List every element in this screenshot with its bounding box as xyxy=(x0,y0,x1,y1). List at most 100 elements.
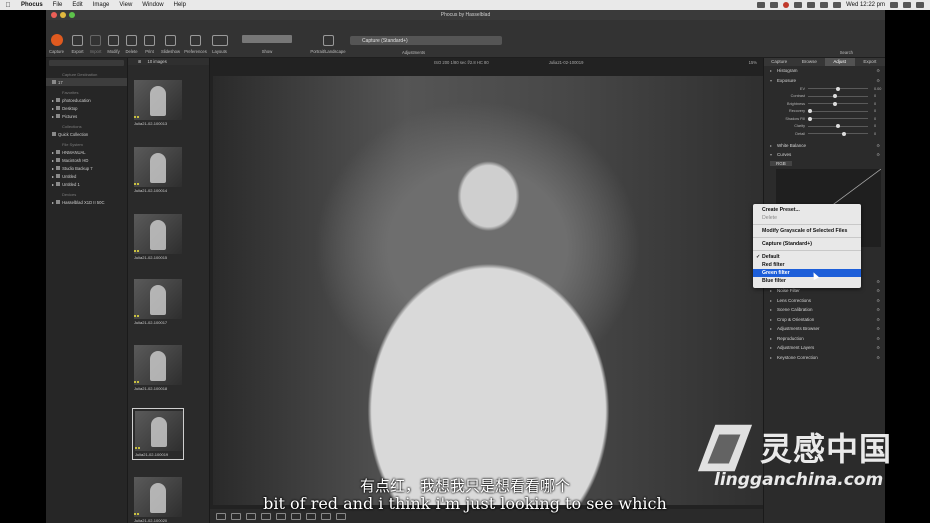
slider-track[interactable] xyxy=(808,94,868,99)
slider-track[interactable] xyxy=(808,86,868,91)
menu-option-green-filter[interactable]: Green filter xyxy=(753,269,861,277)
slider-track[interactable] xyxy=(808,116,868,121)
show-segmented-control[interactable] xyxy=(242,35,292,43)
library-selected-folder[interactable]: 17 xyxy=(46,78,127,86)
slider-value[interactable]: 0 xyxy=(874,124,876,128)
section-menu-icon[interactable]: ⚙ xyxy=(876,143,880,148)
user-icon[interactable] xyxy=(903,2,911,8)
menu-image[interactable]: Image xyxy=(88,2,115,8)
library-favorite[interactable]: ▸ photoeducation xyxy=(46,96,127,104)
section-menu-icon[interactable]: ⚙ xyxy=(876,326,880,331)
menu-app[interactable]: Phocus xyxy=(16,2,48,8)
slider-value[interactable]: 0 xyxy=(874,109,876,113)
export-button[interactable]: Export xyxy=(71,35,84,54)
pan-tool-icon[interactable] xyxy=(261,512,271,520)
section-menu-icon[interactable]: ⚙ xyxy=(876,78,880,83)
camera-icon[interactable] xyxy=(757,2,766,8)
menubar-clock[interactable]: Wed 12:22 pm xyxy=(846,2,885,8)
slider-row[interactable]: Shadow Fill 0 xyxy=(764,115,885,123)
import-button[interactable]: Import xyxy=(89,35,102,54)
tool-section[interactable]: ▸ Adjustment Layers ⚙ xyxy=(764,343,885,353)
section-menu-icon[interactable]: ⚙ xyxy=(876,355,880,360)
slider-track[interactable] xyxy=(808,124,868,129)
slider-value[interactable]: 0 xyxy=(874,132,876,136)
slider-track[interactable] xyxy=(808,101,868,106)
library-search-input[interactable] xyxy=(49,60,124,66)
thumbnail[interactable]: Julia21-02-100013 xyxy=(132,78,184,130)
display-icon[interactable] xyxy=(770,2,779,8)
menu-file[interactable]: File xyxy=(48,2,68,8)
select-tool-icon[interactable] xyxy=(246,512,256,520)
thumbnail[interactable]: Julia21-02-100018 xyxy=(132,343,184,395)
dropbox-icon[interactable] xyxy=(794,2,803,8)
tab-adjust[interactable]: Adjust xyxy=(824,58,855,66)
section-menu-icon[interactable]: ⚙ xyxy=(876,152,880,157)
slider-row[interactable]: Detail 0 xyxy=(764,130,885,138)
section-menu-icon[interactable]: ⚙ xyxy=(876,336,880,341)
orientation-button[interactable]: Portrait/Landscape xyxy=(308,35,348,54)
modify-button[interactable]: Modify xyxy=(107,35,120,54)
menu-modify-grayscale[interactable]: Modify Grayscale of Selected Files xyxy=(753,227,861,235)
library-collection[interactable]: Quick Collection xyxy=(46,130,127,138)
search-icon[interactable] xyxy=(890,2,898,8)
tool-section[interactable]: ▸ Adjustments Browser ⚙ xyxy=(764,324,885,334)
grid-icon[interactable]: ⊞ xyxy=(138,59,142,64)
section-menu-icon[interactable]: ⚙ xyxy=(876,317,880,322)
section-curves[interactable]: ▾ Curves ⚙ xyxy=(764,150,885,160)
tool-section[interactable]: ▸ Reproduction ⚙ xyxy=(764,334,885,344)
slider-row[interactable]: EV 0.00 xyxy=(764,85,885,93)
battery-icon[interactable] xyxy=(833,2,842,8)
library-volume[interactable]: ▸ Untitled xyxy=(46,172,127,180)
capture-button[interactable]: Capture xyxy=(49,34,64,54)
curves-channel-select[interactable]: RGB xyxy=(764,160,885,167)
library-favorite[interactable]: ▸ Pictures xyxy=(46,112,127,120)
slider-row[interactable]: Recovery 0 xyxy=(764,108,885,116)
volume-icon[interactable] xyxy=(820,2,829,8)
menu-option-default[interactable]: ✓ Default xyxy=(753,253,861,261)
section-white-balance[interactable]: ▸ White Balance ⚙ xyxy=(764,141,885,151)
thumbnail-selected[interactable]: Julia21-02-100019 xyxy=(132,408,184,460)
print-button[interactable]: Print xyxy=(143,35,156,54)
viewer-zoom[interactable]: 15% xyxy=(749,60,757,65)
section-menu-icon[interactable]: ⚙ xyxy=(876,307,880,312)
library-device[interactable]: ▸ Hasselblad X1D II 50C xyxy=(46,198,127,206)
layouts-button[interactable]: Layouts xyxy=(211,35,228,54)
slider-value[interactable]: 0 xyxy=(874,117,876,121)
slider-track[interactable] xyxy=(808,109,868,114)
show-control[interactable]: Show xyxy=(242,35,292,54)
eyedropper-icon[interactable] xyxy=(291,512,301,520)
tool-section[interactable]: ▸ Scene Calibration ⚙ xyxy=(764,305,885,315)
slider-knob[interactable] xyxy=(836,86,840,91)
menu-edit[interactable]: Edit xyxy=(67,2,87,8)
menu-capture-standard[interactable]: Capture (Standard+) xyxy=(753,240,861,248)
slider-knob[interactable] xyxy=(833,94,838,99)
slider-row[interactable]: Clarity 0 xyxy=(764,123,885,131)
apple-icon[interactable]:  xyxy=(0,2,16,9)
menu-help[interactable]: Help xyxy=(169,2,191,8)
menu-view[interactable]: View xyxy=(114,2,137,8)
tab-browse[interactable]: Browse xyxy=(794,58,824,66)
tool-section[interactable]: ▸ Keystone Correction ⚙ xyxy=(764,353,885,363)
section-menu-icon[interactable]: ⚙ xyxy=(876,68,880,73)
library-volume[interactable]: ▸ Macintosh HD xyxy=(46,156,127,164)
slider-value[interactable]: 0 xyxy=(874,102,876,106)
slider-row[interactable]: Contrast 0 xyxy=(764,93,885,101)
crop-tool-icon[interactable] xyxy=(306,512,316,520)
library-favorite[interactable]: ▸ Desktop xyxy=(46,104,127,112)
library-volume[interactable]: ▸ Untitled 1 xyxy=(46,180,127,188)
menu-option-red-filter[interactable]: Red filter xyxy=(753,261,861,269)
thumbnail[interactable]: Julia21-02-100017 xyxy=(132,277,184,329)
menu-list-icon[interactable] xyxy=(916,2,924,8)
section-menu-icon[interactable]: ⚙ xyxy=(876,279,880,284)
slider-knob[interactable] xyxy=(833,101,838,106)
slider-track[interactable] xyxy=(808,131,868,136)
slider-knob[interactable] xyxy=(836,124,840,129)
slider-knob[interactable] xyxy=(841,131,846,136)
library-volume[interactable]: ▸ Studio Backup 7 xyxy=(46,164,127,172)
slideshow-button[interactable]: Slideshow xyxy=(161,35,180,54)
thumbnail[interactable]: Julia21-02-100014 xyxy=(132,145,184,197)
slider-knob[interactable] xyxy=(808,109,812,114)
rotate-tool-icon[interactable] xyxy=(321,512,331,520)
tab-capture[interactable]: Capture xyxy=(764,58,794,66)
menu-window[interactable]: Window xyxy=(137,2,168,8)
